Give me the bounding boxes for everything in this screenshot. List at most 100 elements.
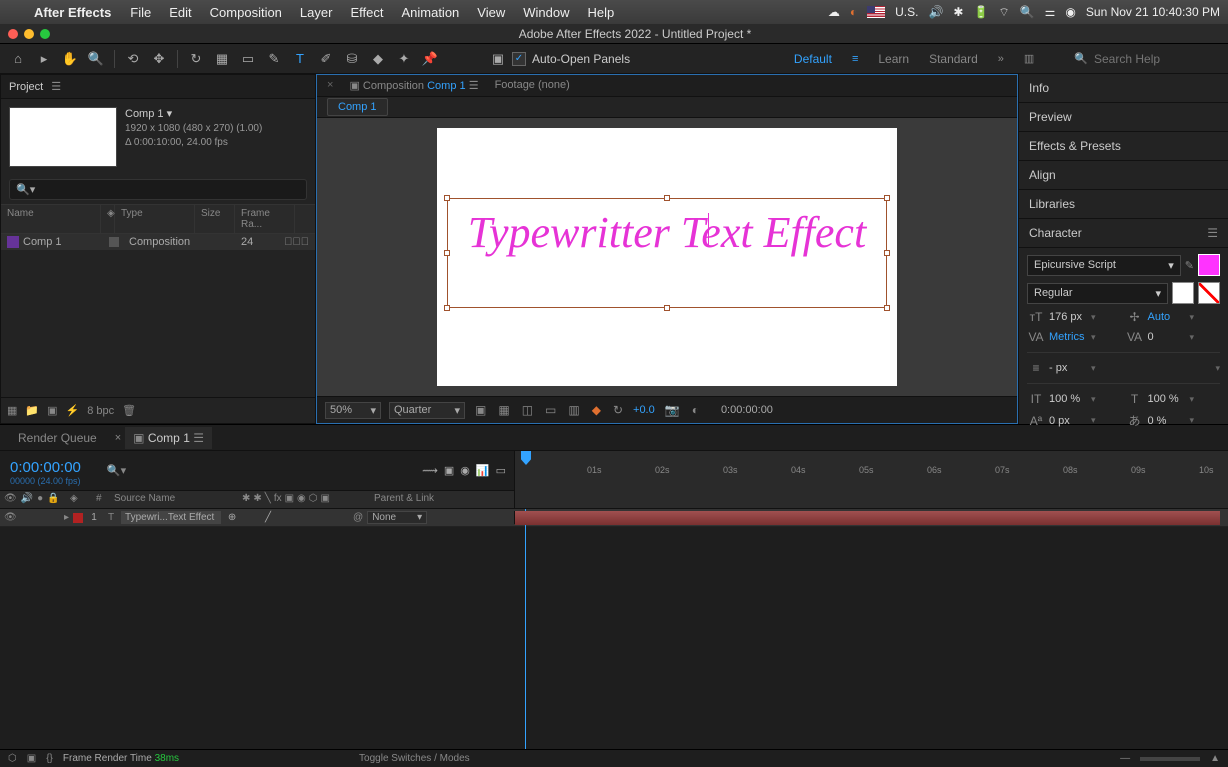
canvas-area[interactable]: Typewritter Text Effect [317,118,1017,396]
panel-toggle-icon[interactable]: ▣ [486,47,510,71]
hand-tool[interactable]: ✋ [58,47,82,71]
switch-icon[interactable]: ◉ [297,493,306,506]
new-comp-icon[interactable]: ▣ [47,404,57,417]
project-search[interactable]: 🔍▾ [9,179,307,200]
libraries-panel-tab[interactable]: Libraries [1019,190,1228,219]
menu-view[interactable]: View [477,5,505,20]
layer-name[interactable]: Typewri...Text Effect [121,511,221,524]
fast-preview-icon[interactable]: ▣ [473,403,488,417]
tab-close-icon[interactable]: × [115,432,121,444]
workspace-default[interactable]: Default [794,52,832,66]
workspace-overflow[interactable]: » [998,53,1004,65]
kerning-value[interactable]: Metrics [1049,331,1085,343]
workspace-learn[interactable]: Learn [878,52,909,66]
tracking-value[interactable]: 0 [1148,331,1184,343]
fill-color-swatch[interactable] [1198,254,1220,276]
time-ruler[interactable]: 01s 02s 03s 04s 05s 06s 07s 08s 09s 10s [515,451,1228,491]
toggle-switches-button[interactable]: Toggle Switches / Modes [359,753,470,764]
selection-tool[interactable]: ▸ [32,47,56,71]
menu-file[interactable]: File [130,5,151,20]
font-size-value[interactable]: 176 px [1049,311,1085,323]
switch-icon[interactable]: ⬡ [309,493,318,506]
col-framerate[interactable]: Frame Ra... [235,205,295,233]
snapshot-icon[interactable]: 📷 [663,403,682,417]
graph-editor-icon[interactable]: 📊 [476,464,490,477]
status-icon[interactable]: ▣ [27,753,36,764]
timeline-comp-tab[interactable]: ▣ Comp 1 ☰ [125,427,212,449]
col-source[interactable]: Source Name [110,491,240,508]
mask-icon[interactable]: ◫ [520,403,535,417]
auto-open-checkbox[interactable] [512,52,526,66]
comp-tab-close[interactable]: × [327,79,333,91]
transparency-grid-icon[interactable]: ▦ [496,403,511,417]
zoom-tool[interactable]: 🔍 [84,47,108,71]
stroke-color-swatch[interactable] [1198,282,1220,304]
input-source-flag[interactable] [867,6,885,18]
bpc-label[interactable]: 8 bpc [87,405,114,417]
font-style-dropdown[interactable]: Regular▾ [1027,283,1168,304]
col-num[interactable]: # [94,491,110,508]
window-minimize[interactable] [24,29,34,39]
menu-window[interactable]: Window [523,5,569,20]
resize-handle[interactable] [664,305,670,311]
app-name[interactable]: After Effects [34,5,111,20]
col-label-icon[interactable]: ◈ [101,205,115,233]
clone-tool[interactable]: ⛁ [340,47,364,71]
region-icon[interactable]: ▭ [543,403,558,417]
preview-timecode[interactable]: 0:00:00:00 [721,404,773,416]
footage-tab[interactable]: Footage (none) [495,79,570,91]
solo-col-icon[interactable]: ● [37,493,43,506]
stroke-width-value[interactable]: - px [1049,362,1085,374]
align-panel-tab[interactable]: Align [1019,161,1228,190]
interpret-footage-icon[interactable]: ▦ [7,404,17,417]
character-panel-tab[interactable]: Character [1029,226,1082,240]
parent-pickwhip-icon[interactable]: @ [353,512,363,523]
breadcrumb-comp[interactable]: Comp 1 [327,98,388,116]
resize-handle[interactable] [444,250,450,256]
timeline-layer-row[interactable]: 👁 ▸ 1 T Typewri...Text Effect ⊕ ╱ @ None… [0,509,1228,527]
menu-help[interactable]: Help [587,5,614,20]
parent-dropdown[interactable]: None ▾ [367,511,427,524]
leading-value[interactable]: Auto [1148,311,1184,323]
layer-duration-bar[interactable] [515,509,1228,527]
home-tool[interactable]: ⌂ [6,47,30,71]
volume-icon[interactable]: 🔊 [928,5,943,19]
label-col-icon[interactable]: ◈ [70,493,78,506]
layer-label-color[interactable] [73,513,83,523]
preview-panel-tab[interactable]: Preview [1019,103,1228,132]
control-center-icon[interactable]: ⚌ [1045,5,1056,19]
wifi-icon[interactable]: ⌔ [998,5,1009,20]
guides-icon[interactable]: ▥ [566,403,581,417]
status-icon[interactable]: ⬡ [8,753,17,764]
lock-col-icon[interactable]: 🔒 [47,493,59,506]
menu-edit[interactable]: Edit [169,5,191,20]
motion-blur-icon[interactable]: ◉ [460,464,470,477]
type-tool[interactable]: T [288,47,312,71]
switch-icon[interactable]: ✱ [253,493,261,506]
pan-behind-tool[interactable]: ✥ [147,47,171,71]
workspace-options-icon[interactable]: ▥ [1024,52,1034,65]
render-queue-tab[interactable]: Render Queue [10,427,105,449]
resize-handle[interactable] [884,305,890,311]
spotlight-icon[interactable]: 🔍 [1020,5,1035,19]
resize-handle[interactable] [444,305,450,311]
brush-tool[interactable]: ✐ [314,47,338,71]
item-label-swatch[interactable] [109,237,119,247]
panel-menu-icon[interactable]: ☰ [1207,226,1218,240]
resize-handle[interactable] [444,195,450,201]
zoom-dropdown[interactable]: 50%▾ [325,402,381,419]
composition-canvas[interactable]: Typewritter Text Effect [437,128,897,386]
switch-icon[interactable]: ▣ [321,493,330,506]
resize-handle[interactable] [664,195,670,201]
text-layer-bounds[interactable]: Typewritter Text Effect [447,198,887,308]
comp-name[interactable]: Comp 1 ▾ [125,107,262,122]
workspace-menu-icon[interactable]: ≡ [852,53,858,65]
switch-shy[interactable]: ⊕ [225,512,239,523]
resize-handle[interactable] [884,195,890,201]
draft-3d-icon[interactable]: ▭ [496,464,506,477]
menu-layer[interactable]: Layer [300,5,333,20]
switch-icon[interactable]: ╲ [265,493,271,506]
twirl-icon[interactable]: ▸ [64,512,69,523]
cloud-icon[interactable]: ☁ [828,5,840,19]
window-zoom[interactable] [40,29,50,39]
